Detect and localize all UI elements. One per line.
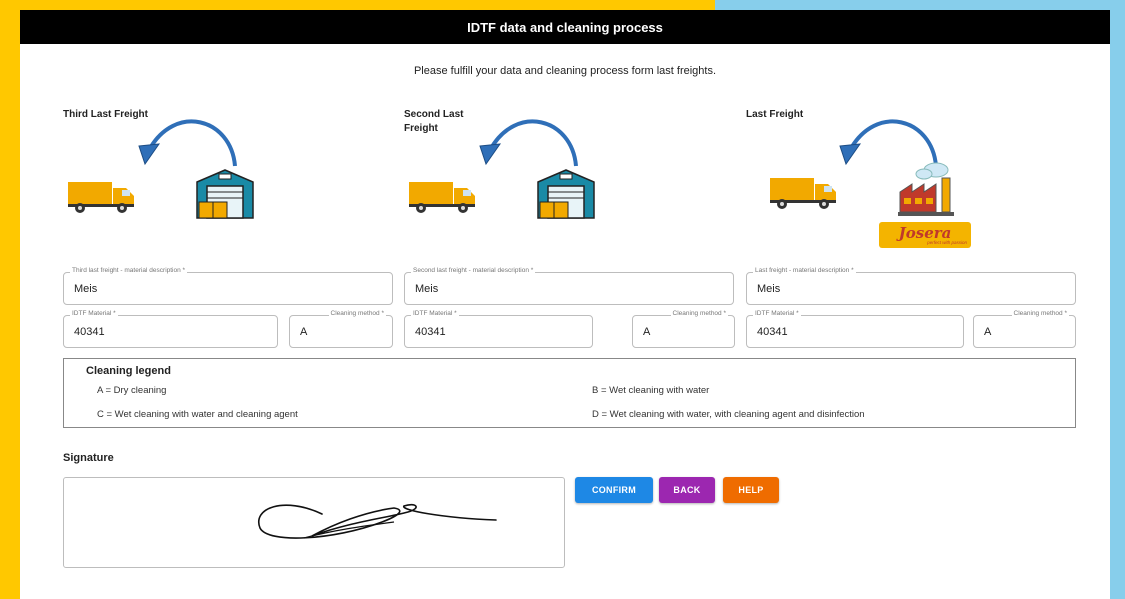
page-title: IDTF data and cleaning process xyxy=(467,19,663,35)
page-background-left xyxy=(0,0,20,599)
back-button[interactable]: BACK xyxy=(659,477,715,503)
cleaning-legend: Cleaning legend A = Dry cleaning B = Wet… xyxy=(63,358,1076,428)
page-background-top-right xyxy=(715,0,1125,10)
column-title: Last Freight xyxy=(746,109,804,120)
return-arrow-icon xyxy=(138,119,237,167)
field-label: Last freight - material description * xyxy=(753,267,856,274)
field-label: IDTF Material * xyxy=(70,310,118,317)
instructions-text: Please fulfill your data and cleaning pr… xyxy=(413,65,717,77)
second-last-freight-panel: Second Last Freight xyxy=(404,108,734,258)
field-label: Third last freight - material descriptio… xyxy=(70,267,188,274)
field-value: A xyxy=(300,326,308,338)
field-value: Meis xyxy=(757,283,781,295)
second-last-cleaning-field[interactable]: Cleaning method * A xyxy=(632,310,735,348)
return-arrow-icon xyxy=(479,119,578,167)
field-value: 40341 xyxy=(757,326,788,338)
signature-label: Signature xyxy=(63,452,114,464)
logo-tagline: perfect with passion xyxy=(927,240,967,245)
field-label: Cleaning method * xyxy=(1011,310,1069,317)
form-window: IDTF data and cleaning process Please fu… xyxy=(20,10,1110,599)
warehouse-icon xyxy=(196,169,254,219)
confirm-button[interactable]: CONFIRM xyxy=(575,477,653,503)
last-idtf-field[interactable]: IDTF Material * 40341 xyxy=(746,310,964,348)
legend-item: C = Wet cleaning with water and cleaning… xyxy=(97,409,298,420)
last-freight-panel: Last Freight Josera perfect with passion xyxy=(746,108,1076,258)
field-value: 40341 xyxy=(74,326,105,338)
field-label: IDTF Material * xyxy=(411,310,459,317)
field-label: IDTF Material * xyxy=(753,310,801,317)
third-last-material-field[interactable]: Third last freight - material descriptio… xyxy=(63,267,393,305)
third-last-freight-panel: Third Last Freight xyxy=(63,108,393,258)
field-value: Meis xyxy=(74,283,98,295)
last-cleaning-field[interactable]: Cleaning method * A xyxy=(973,310,1076,348)
factory-icon xyxy=(898,162,954,216)
legend-title: Cleaning legend xyxy=(86,365,171,377)
help-button[interactable]: HELP xyxy=(723,477,779,503)
field-label: Second last freight - material descripti… xyxy=(411,267,536,274)
field-label: Cleaning method * xyxy=(670,310,728,317)
legend-item: A = Dry cleaning xyxy=(97,385,167,396)
truck-icon xyxy=(409,182,475,213)
second-last-material-field[interactable]: Second last freight - material descripti… xyxy=(404,267,734,305)
truck-icon xyxy=(68,182,134,213)
field-value: Meis xyxy=(415,283,439,295)
third-last-idtf-field[interactable]: IDTF Material * 40341 xyxy=(63,310,278,348)
page-background-top xyxy=(20,0,715,10)
josera-logo: Josera perfect with passion xyxy=(879,222,971,248)
field-value: A xyxy=(984,326,992,338)
title-bar: IDTF data and cleaning process xyxy=(20,10,1110,44)
page-background-right xyxy=(1110,0,1125,599)
second-last-idtf-field[interactable]: IDTF Material * 40341 xyxy=(404,310,593,348)
truck-icon xyxy=(770,178,836,209)
third-last-cleaning-field[interactable]: Cleaning method * A xyxy=(289,310,393,348)
field-value: 40341 xyxy=(415,326,446,338)
return-arrow-icon xyxy=(839,119,938,167)
signature-drawing xyxy=(257,503,497,539)
last-material-field[interactable]: Last freight - material description * Me… xyxy=(746,267,1076,305)
field-value: A xyxy=(643,326,651,338)
signature-pad[interactable] xyxy=(63,477,565,568)
legend-item: D = Wet cleaning with water, with cleani… xyxy=(592,409,865,420)
warehouse-icon xyxy=(537,169,595,219)
legend-item: B = Wet cleaning with water xyxy=(592,385,710,396)
field-label: Cleaning method * xyxy=(328,310,386,317)
